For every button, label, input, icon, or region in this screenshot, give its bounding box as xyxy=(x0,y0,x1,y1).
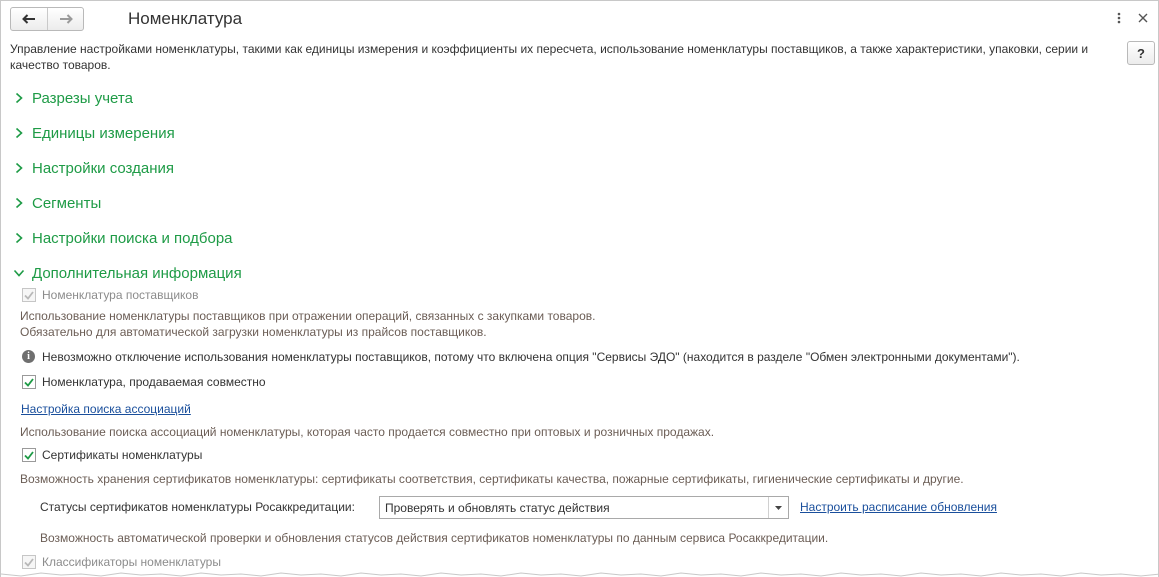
sold-together-hint: Использование поиска ассоциаций номенкла… xyxy=(20,425,715,439)
supplier-nomenclature-checkbox[interactable] xyxy=(22,288,36,302)
chevron-right-icon xyxy=(12,196,26,210)
certificates-hint: Возможность хранения сертификатов номенк… xyxy=(20,472,964,486)
section-units[interactable]: Единицы измерения xyxy=(12,122,175,144)
update-schedule-link[interactable]: Настроить расписание обновления xyxy=(800,499,997,515)
supplier-nomenclature-hint-1: Использование номенклатуры поставщиков п… xyxy=(20,309,596,323)
chevron-right-icon xyxy=(12,161,26,175)
arrow-right-icon xyxy=(59,14,73,24)
back-button[interactable] xyxy=(11,8,47,30)
more-vertical-icon[interactable] xyxy=(1111,10,1127,26)
classifiers-checkbox[interactable] xyxy=(22,555,36,569)
checkmark-icon xyxy=(24,557,34,567)
navigation-buttons xyxy=(10,7,84,31)
section-accounting-dimensions[interactable]: Разрезы учета xyxy=(12,87,133,109)
certificate-status-hint: Возможность автоматической проверки и об… xyxy=(40,531,829,545)
supplier-nomenclature-label: Номенклатура поставщиков xyxy=(42,288,199,302)
section-label: Дополнительная информация xyxy=(32,264,242,282)
section-label: Настройки создания xyxy=(32,159,174,177)
chevron-right-icon xyxy=(12,231,26,245)
section-search-settings[interactable]: Настройки поиска и подбора xyxy=(12,227,233,249)
dropdown-button[interactable] xyxy=(768,497,788,518)
section-additional-info[interactable]: Дополнительная информация xyxy=(12,262,242,284)
certificates-label: Сертификаты номенклатуры xyxy=(42,448,203,462)
info-message: Невозможно отключение использования номе… xyxy=(42,350,1020,364)
chevron-down-icon xyxy=(12,266,26,280)
classifiers-label: Классификаторы номенклатуры xyxy=(42,555,221,569)
section-label: Настройки поиска и подбора xyxy=(32,229,233,247)
checkmark-icon xyxy=(24,290,34,300)
sold-together-checkbox[interactable] xyxy=(22,375,36,389)
sold-together-label: Номенклатура, продаваемая совместно xyxy=(42,375,266,389)
supplier-nomenclature-hint-2: Обязательно для автоматической загрузки … xyxy=(20,325,487,339)
forward-button[interactable] xyxy=(47,8,83,30)
close-icon[interactable] xyxy=(1135,10,1151,26)
certificate-status-label: Статусы сертификатов номенклатуры Росакк… xyxy=(40,500,355,514)
certificates-checkbox[interactable] xyxy=(22,448,36,462)
main-window: Номенклатура ? Управление настройками но… xyxy=(0,0,1159,577)
torn-edge xyxy=(1,572,1158,577)
section-label: Разрезы учета xyxy=(32,89,133,107)
arrow-left-icon xyxy=(22,14,35,24)
page-title: Номенклатура xyxy=(128,9,243,28)
certificate-status-value: Проверять и обновлять статус действия xyxy=(385,500,610,515)
section-segments[interactable]: Сегменты xyxy=(12,192,101,214)
info-icon: i xyxy=(22,350,35,363)
chevron-right-icon xyxy=(12,126,26,140)
checkmark-icon xyxy=(24,377,34,387)
chevron-right-icon xyxy=(12,91,26,105)
section-label: Единицы измерения xyxy=(32,124,175,142)
section-label: Сегменты xyxy=(32,194,102,212)
certificate-status-select[interactable]: Проверять и обновлять статус действия xyxy=(379,496,789,519)
page-description: Управление настройками номенклатуры, так… xyxy=(10,42,1089,72)
checkmark-icon xyxy=(24,450,34,460)
chevron-down-icon xyxy=(775,505,782,510)
association-search-settings-link[interactable]: Настройка поиска ассоциаций xyxy=(21,401,191,417)
help-button[interactable]: ? xyxy=(1127,41,1155,65)
section-creation-settings[interactable]: Настройки создания xyxy=(12,157,174,179)
